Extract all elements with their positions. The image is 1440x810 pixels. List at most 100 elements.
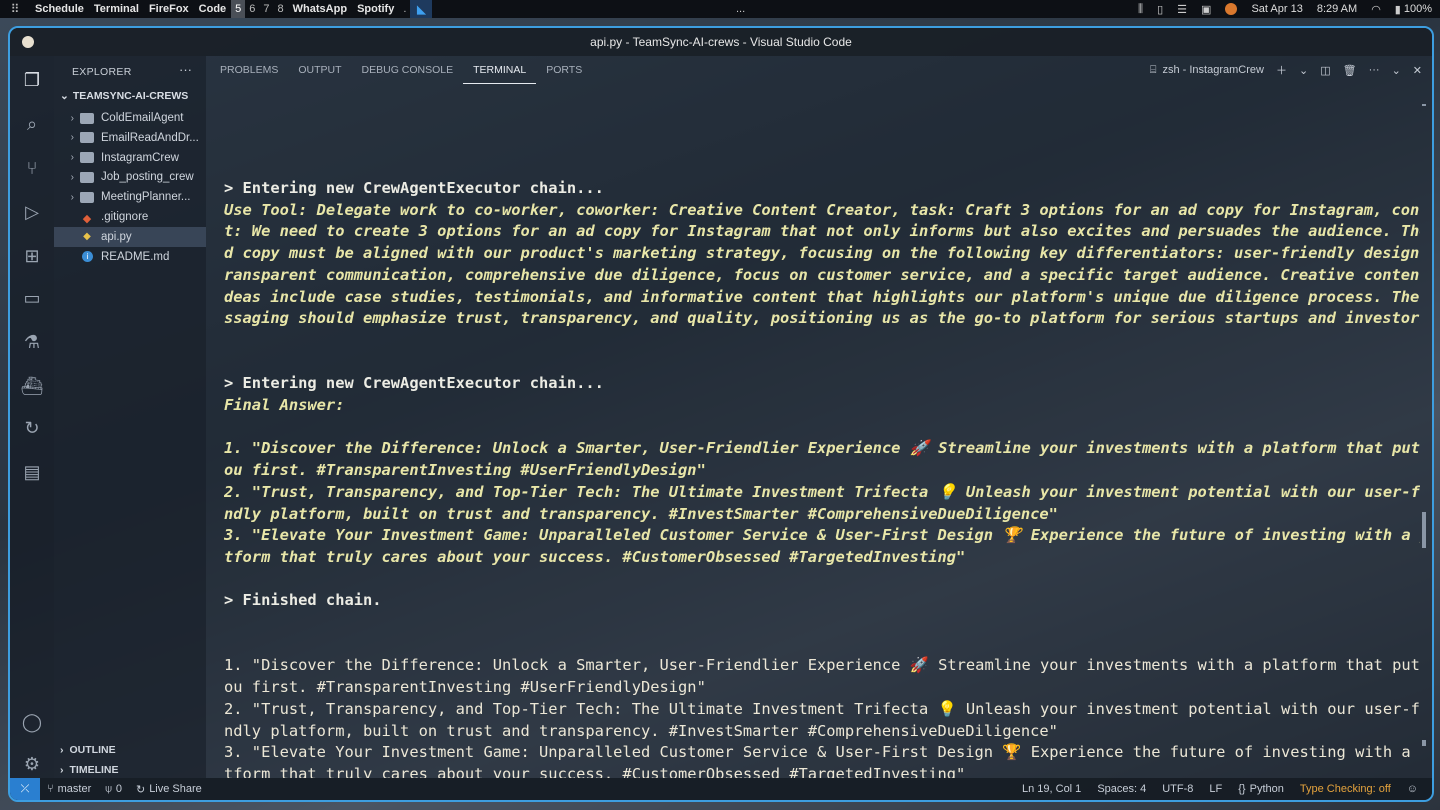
workspace-root[interactable]: ⌄ TEAMSYNC-AI-CREWS xyxy=(60,90,188,102)
notifications-icon[interactable]: ☺ xyxy=(1399,783,1426,795)
branch-indicator[interactable]: ⑂ master xyxy=(40,783,98,795)
timeline-section[interactable]: › TIMELINE xyxy=(60,764,119,776)
docker-icon[interactable]: ⛴ xyxy=(10,366,54,406)
tab-debug-console[interactable]: DEBUG CONSOLE xyxy=(352,56,464,84)
live-share-icon: ↻ xyxy=(135,783,146,796)
chevron-down-icon[interactable]: ⌄ xyxy=(1299,64,1308,77)
chat-icon[interactable]: ▤ xyxy=(10,452,54,492)
live-share-button[interactable]: ↻ Live Share xyxy=(129,783,209,796)
vscode-workspace-icon[interactable]: ◣ xyxy=(410,0,433,18)
terminal-line: ou first. #TransparentInvesting #UserFri… xyxy=(224,461,706,480)
tab-output[interactable]: OUTPUT xyxy=(288,56,351,84)
chevron-right-icon: › xyxy=(60,744,64,756)
radio-tower-icon: ⍦ xyxy=(105,782,112,795)
workspace-whatsapp[interactable]: WhatsApp xyxy=(288,0,352,18)
vscode-window: api.py - TeamSync-AI-crews - Visual Stud… xyxy=(8,26,1434,802)
explorer-more-button[interactable]: ··· xyxy=(179,62,192,77)
more-actions-icon[interactable]: ··· xyxy=(1369,64,1380,76)
tree-item[interactable]: ◆ .gitignore xyxy=(54,207,206,227)
git-branch-icon: ⑂ xyxy=(47,783,54,795)
eol-indicator[interactable]: LF xyxy=(1201,783,1230,795)
center-menu[interactable]: ... xyxy=(736,3,745,15)
user-avatar-icon[interactable] xyxy=(1225,3,1238,15)
terminal-line: 2. "Trust, Transparency, and Top-Tier Te… xyxy=(224,482,1420,501)
indentation-indicator[interactable]: Spaces: 4 xyxy=(1089,783,1154,795)
tree-item[interactable]: › MeetingPlanner... xyxy=(54,187,206,207)
outline-label: OUTLINE xyxy=(69,744,116,756)
braces-icon: {} xyxy=(1238,783,1246,795)
workspace-5[interactable]: 5 xyxy=(231,0,246,18)
type-checking-indicator[interactable]: Type Checking: off xyxy=(1292,783,1399,795)
tree-item[interactable]: › InstagramCrew xyxy=(54,148,206,168)
extensions-icon[interactable]: ⊞ xyxy=(10,236,54,276)
battery-label: 100% xyxy=(1403,3,1432,15)
terminal-scrollbar[interactable] xyxy=(1422,512,1426,548)
apps-grid-icon[interactable]: ⠿ xyxy=(0,2,30,16)
split-terminal-icon[interactable]: ◫ xyxy=(1320,64,1330,77)
new-terminal-icon[interactable]: ＋ xyxy=(1276,62,1287,78)
terminal-line: d copy must be aligned with our product'… xyxy=(224,244,1420,263)
tree-item[interactable]: ◆ api.py xyxy=(54,226,206,247)
workspace-firefox[interactable]: FireFox xyxy=(144,0,194,18)
testing-icon[interactable]: ⚗ xyxy=(10,322,54,362)
tab-terminal[interactable]: TERMINAL xyxy=(463,56,537,84)
outline-section[interactable]: › OUTLINE xyxy=(60,744,116,756)
workspace-schedule[interactable]: Schedule xyxy=(30,0,89,18)
close-icon[interactable]: ✕ xyxy=(1413,64,1422,77)
terminal-line: tform that truly cares about your succes… xyxy=(224,764,966,778)
battery-icon: ▮ xyxy=(1394,3,1401,16)
tree-item[interactable]: › EmailReadAndDr... xyxy=(54,128,206,148)
terminal-line: deas include case studies, testimonials,… xyxy=(224,287,1420,306)
workspace-root-label: TEAMSYNC-AI-CREWS xyxy=(72,90,189,102)
branch-label: master xyxy=(57,783,92,795)
folder-icon xyxy=(80,132,94,144)
tree-item[interactable]: › Job_posting_crew xyxy=(54,167,206,187)
explorer-sidebar: EXPLORER ··· ⌄ TEAMSYNC-AI-CREWS › ColdEm… xyxy=(54,56,206,778)
window-control-dot[interactable] xyxy=(22,36,34,48)
cursor-position[interactable]: Ln 19, Col 1 xyxy=(1014,783,1089,795)
workspace-6[interactable]: 6 xyxy=(245,0,259,18)
live-share-icon[interactable]: ↻ xyxy=(10,408,54,448)
accounts-icon[interactable]: ◯ xyxy=(10,702,54,742)
notes-icon[interactable]: ▣ xyxy=(1201,3,1211,16)
wifi-icon[interactable]: ◠ xyxy=(1371,3,1381,16)
tab-ports[interactable]: PORTS xyxy=(536,56,592,84)
encoding-indicator[interactable]: UTF-8 xyxy=(1154,783,1201,795)
info-file-icon: i xyxy=(82,251,93,263)
workspace-[interactable]: . xyxy=(399,0,410,18)
workspace-8[interactable]: 8 xyxy=(274,0,288,18)
tree-item[interactable]: › ColdEmailAgent xyxy=(54,108,206,128)
tree-item-label: .gitignore xyxy=(101,211,149,223)
layout-icon[interactable]: ☰ xyxy=(1177,3,1187,16)
terminal-line: ndly platform, built on trust and transp… xyxy=(224,721,1058,740)
workspace-7[interactable]: 7 xyxy=(259,0,273,18)
language-indicator[interactable]: {} Python xyxy=(1230,783,1292,795)
terminal-name: zsh - InstagramCrew xyxy=(1162,64,1264,76)
workspace-terminal[interactable]: Terminal xyxy=(89,0,144,18)
tree-item-label: InstagramCrew xyxy=(101,151,179,164)
terminal-selector[interactable]: ⌸ zsh - InstagramCrew xyxy=(1150,64,1264,77)
search-icon[interactable]: ⌕ xyxy=(10,104,54,144)
clipboard-icon[interactable]: ▯ xyxy=(1157,3,1163,16)
run-debug-icon[interactable]: ▷ xyxy=(10,192,54,232)
trash-icon[interactable]: 🗑 xyxy=(1343,64,1357,77)
source-control-icon[interactable]: ⑂ xyxy=(10,148,54,188)
chevron-down-icon[interactable]: ⌄ xyxy=(1392,64,1401,77)
terminal-line: > Entering new CrewAgentExecutor chain..… xyxy=(224,374,604,393)
remote-explorer-icon[interactable]: ▭ xyxy=(10,278,54,318)
status-right: Ln 19, Col 1 Spaces: 4 UTF-8 LF {} Pytho… xyxy=(1014,783,1426,795)
timeline-label: TIMELINE xyxy=(69,764,119,776)
terminal-line: t: We need to create 3 options for an ad… xyxy=(224,222,1420,241)
tab-problems[interactable]: PROBLEMS xyxy=(210,56,288,84)
ports-indicator[interactable]: ⍦ 0 xyxy=(98,783,129,796)
window-title: api.py - TeamSync-AI-crews - Visual Stud… xyxy=(590,35,852,49)
tree-item-label: MeetingPlanner... xyxy=(101,191,191,204)
remote-indicator-icon[interactable]: ⤫ xyxy=(10,778,40,800)
workspace-code[interactable]: Code xyxy=(194,0,232,18)
terminal-output[interactable]: > Entering new CrewAgentExecutor chain..… xyxy=(224,86,1420,778)
equalizer-icon[interactable]: ⫼ xyxy=(1138,3,1143,16)
workspace-spotify[interactable]: Spotify xyxy=(352,0,399,18)
tree-item[interactable]: i README.md xyxy=(54,247,206,267)
explorer-icon[interactable]: ❐ xyxy=(10,60,54,100)
battery-indicator[interactable]: ▮ 100% xyxy=(1395,3,1432,16)
